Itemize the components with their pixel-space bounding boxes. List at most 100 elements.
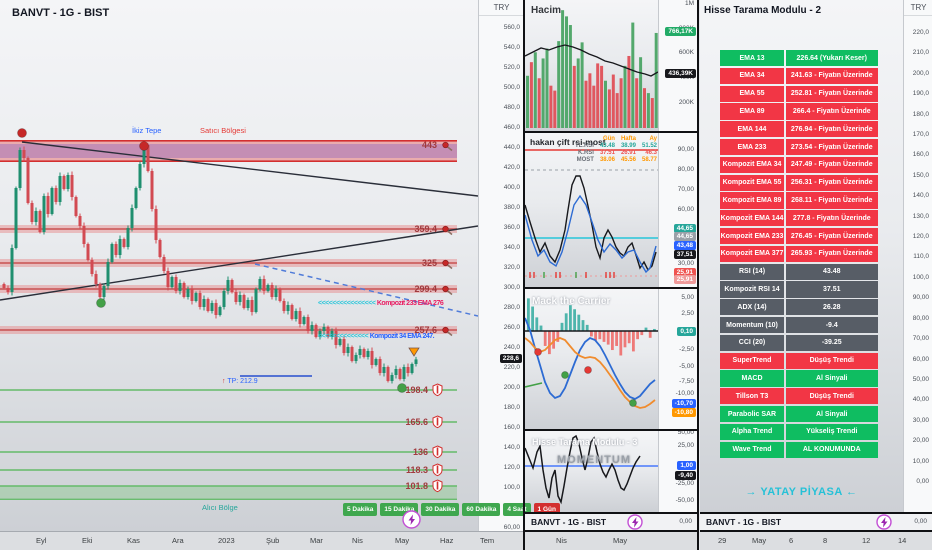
screener-row: EMA 144 276.94 - Fiyatın Üzerinde <box>720 121 878 138</box>
screener-row-label: MACD <box>720 370 784 387</box>
main-time-axis[interactable]: Eyl Eki Kas Ara 2023 Şub Mar Nis May Haz Tem <box>0 531 523 550</box>
shield-icon[interactable] <box>432 383 443 397</box>
ema-chain-annotation[interactable]: <<<<<<<<<<<<<< Kompozit 34 EMA 247. <box>318 333 435 340</box>
mid-lightning-icon[interactable] <box>627 514 643 530</box>
screener-row-value: 276.94 - Fiyatın Üzerinde <box>785 121 878 138</box>
screener-row-label: EMA 13 <box>720 50 784 67</box>
screener-row: Kompozit EMA 34 247.49 - Fiyatın Üzerinde <box>720 156 878 174</box>
timeframe-button-5-dakika[interactable]: 5 Dakika <box>343 503 378 516</box>
timeframe-button-30-dakika[interactable]: 30 Dakika <box>421 503 460 516</box>
double-top-label: İkiz Tepe <box>132 126 162 135</box>
indicator-tick: -10,00 <box>675 390 694 397</box>
indicator-value-chip: -10,80 <box>671 408 696 417</box>
mack-carrier-panel[interactable]: Mack the Carrier <box>525 289 658 429</box>
screener-row: Wave Trend AL KONUMUNDA <box>720 441 878 458</box>
price-tick: 480,0 <box>503 104 520 111</box>
support-level-label[interactable]: 165.6 <box>405 417 428 427</box>
screener-row-value: Yükseliş Trendi <box>785 423 878 441</box>
screener-row-label: Kompozit RSI 14 <box>720 281 784 298</box>
main-chart-canvas[interactable]: 443 359.4 325 299.4 257.6 198.4 165.6 136 118.3 1… <box>0 0 560 531</box>
screener-row-value: Al Sinyali <box>785 370 878 387</box>
screener-row-label: EMA 89 <box>720 103 784 120</box>
support-level-label[interactable]: 101.8 <box>405 481 428 491</box>
screener-row-label: Kompozit EMA 55 <box>720 174 784 191</box>
price-tick: 150,0 <box>912 171 929 179</box>
price-tick: 60,00 <box>503 524 520 531</box>
main-currency-label: TRY <box>479 3 524 16</box>
resistance-level-label[interactable]: 359.4 <box>414 224 437 234</box>
shield-icon[interactable] <box>432 415 443 429</box>
divider-h5 <box>525 530 697 532</box>
screener-row: SuperTrend Düşüş Trendi <box>720 352 878 369</box>
momentum-panel-title: Hisse Tarama Modulu - 3 <box>532 437 638 447</box>
screener-row-value: 241.63 - Fiyatın Üzerinde <box>785 67 878 85</box>
indicator-tick: 600K <box>678 49 694 56</box>
mid-time-axis[interactable]: Nis May <box>525 531 697 550</box>
support-level-label[interactable]: 136 <box>413 447 428 457</box>
screener-row: CCI (20) -39.25 <box>720 334 878 352</box>
resistance-level-label[interactable]: 443 <box>422 140 437 150</box>
shield-icon[interactable] <box>432 463 443 477</box>
screener-time-axis[interactable]: 29 May 6 8 12 14 <box>700 531 932 550</box>
price-tick: 120,0 <box>912 233 929 241</box>
screener-row: EMA 89 266.4 - Fiyatın Üzerinde <box>720 103 878 120</box>
momentum-panel[interactable]: Hisse Tarama Modulu - 3 MOMENTUM <box>525 431 658 512</box>
trading-app: 443 359.4 325 299.4 257.6 198.4 165.6 136 118.3 1… <box>0 0 932 550</box>
screener-row: Kompozit EMA 144 277.8 - Fiyatın Üzerinde <box>720 210 878 227</box>
price-tick: 240,0 <box>503 344 520 351</box>
divider-h4 <box>525 512 697 514</box>
price-tick: 300,0 <box>503 284 520 291</box>
indicator-tick: -5,00 <box>679 363 694 370</box>
support-level-label[interactable]: 118.3 <box>406 465 428 475</box>
price-tick: 320,0 <box>503 264 520 271</box>
resistance-level-label[interactable]: 299.4 <box>414 284 437 294</box>
indicator-tick: 2,50 <box>681 310 694 317</box>
price-tick: 100,0 <box>912 273 929 281</box>
price-tick: 60,00 <box>912 355 929 363</box>
screener-row-label: Kompozit EMA 89 <box>720 192 784 209</box>
divider-h3 <box>525 429 697 431</box>
indicator-value-chip: -10,70 <box>671 399 696 408</box>
legend-row: MOST 38.06 45.56 58.77 <box>576 157 657 163</box>
time-label: 8 <box>823 536 828 545</box>
screener-row: ADX (14) 26.28 <box>720 299 878 316</box>
price-tick: 140,0 <box>503 444 520 451</box>
screener-table: EMA 13 226.64 (Yukarı Keser) EMA 34 241.63 … <box>720 50 878 458</box>
support-level-label[interactable]: 198.4 <box>405 385 428 395</box>
take-profit-annotation[interactable]: ↑ TP: 212.9 <box>222 378 258 385</box>
screener-panel[interactable]: Hisse Tarama Modulu - 2 EMA 13 226.64 (Yu… <box>700 0 903 512</box>
legend-row: K.RSI 37.51 26.91 46.3 <box>577 150 657 156</box>
momentum-watermark: MOMENTUM <box>557 454 631 466</box>
rsi-most-panel[interactable]: hakan çift rsi-most Gün Hafta Ay TL.RSI 43.4… <box>525 133 658 287</box>
price-tick: 380,0 <box>503 204 520 211</box>
screener-lightning-icon[interactable] <box>876 514 892 530</box>
chain-arrows: <<<<<<<<<<<<<< <box>318 333 370 340</box>
indicator-tick: 5,00 <box>681 294 694 301</box>
price-tick: 260,0 <box>503 324 520 331</box>
price-tick: 70,00 <box>912 335 929 343</box>
time-label: May <box>752 536 767 545</box>
mid-axis-zero: 0,00 <box>679 518 692 525</box>
screener-row-label: EMA 34 <box>720 67 784 85</box>
boost-lightning-icon[interactable] <box>402 510 421 529</box>
price-tick: 90,00 <box>912 294 929 302</box>
ema-chain-annotation[interactable]: <<<<<<<<<<<<<<<< Kompozit 233 EMA 276 <box>318 300 444 307</box>
shield-icon[interactable] <box>432 445 443 459</box>
timeframe-button-60-dakika[interactable]: 60 Dakika <box>462 503 501 516</box>
time-label: 12 <box>862 536 871 545</box>
indicator-tick: -50,00 <box>675 497 694 504</box>
indicator-value-chip: 37,51 <box>673 250 696 259</box>
screener-price-axis[interactable]: TRY 220,0 210,0 200,0 190,0 180,0 170,0 160,0 1… <box>903 0 932 512</box>
price-tick: 460,0 <box>503 124 520 131</box>
volume-svg <box>525 10 658 129</box>
price-tick: 200,0 <box>912 69 929 77</box>
indicator-tick: 200K <box>678 99 694 106</box>
ema-chain-label: Kompozit 34 EMA 247. <box>369 333 435 340</box>
shield-icon[interactable] <box>432 479 443 493</box>
resistance-level-label[interactable]: 325 <box>422 258 437 268</box>
indicator-value-chip: 25,91 <box>673 275 696 284</box>
mid-price-axis[interactable]: 1M800K600K400K200K766,17K436,39K90,0080,… <box>658 0 698 512</box>
screener-row-value: 226.64 (Yukarı Keser) <box>785 50 878 67</box>
volume-panel[interactable]: Hacim <box>525 0 658 131</box>
main-price-axis[interactable]: TRY 560,0 540,0 520,0 500,0 480,0 460,0 440,0 4… <box>478 0 524 531</box>
